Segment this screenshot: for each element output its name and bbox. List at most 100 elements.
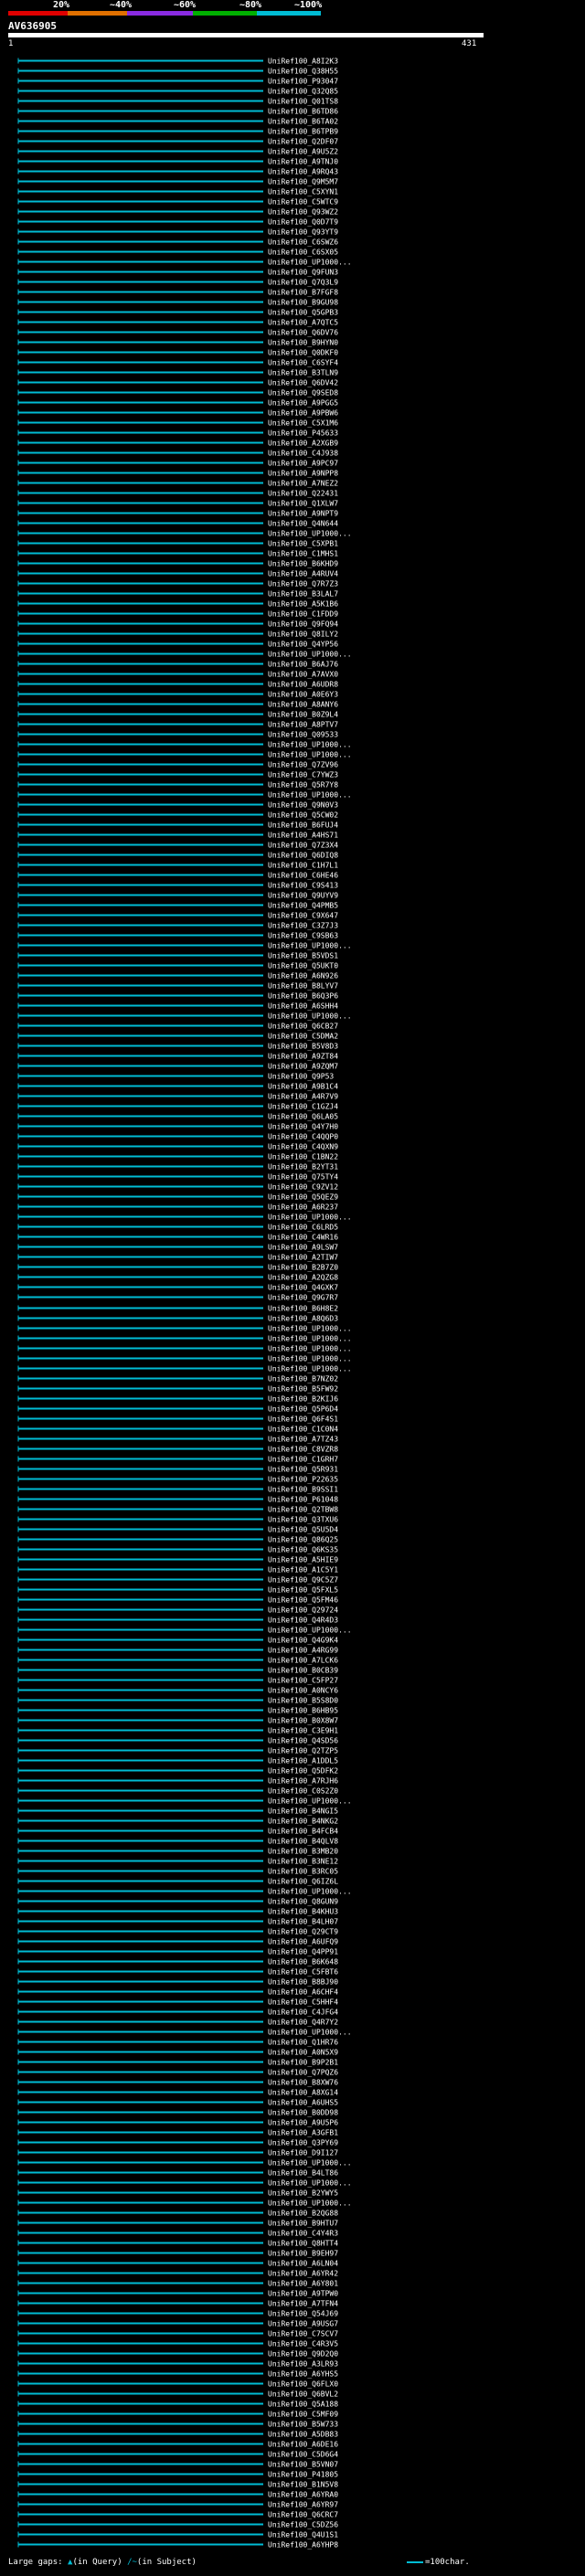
hit-label[interactable]: UniRef100_Q6DV42 [268,379,338,387]
hit-label[interactable]: UniRef100_Q1XLW7 [268,500,338,508]
hit-label[interactable]: UniRef100_B4NKG2 [268,1818,338,1826]
hit-label[interactable]: UniRef100_C5FP27 [268,1677,338,1685]
hit-label[interactable]: UniRef100_Q29CT9 [268,1928,338,1936]
hit-label[interactable]: UniRef100_A9ZQM7 [268,1063,338,1071]
hit-label[interactable]: UniRef100_C3Z7J3 [268,922,338,930]
hit-label[interactable]: UniRef100_P41805 [268,2471,338,2479]
hit-label[interactable]: UniRef100_Q5FXL5 [268,1586,338,1595]
hit-label[interactable]: UniRef100_B6TA02 [268,118,338,126]
hit-label[interactable]: UniRef100_Q4G9K4 [268,1637,338,1645]
hit-label[interactable]: UniRef100_Q4GXK7 [268,1284,338,1292]
hit-label[interactable]: UniRef100_Q86Q25 [268,1536,338,1544]
hit-label[interactable]: UniRef100_B6TD86 [268,108,338,116]
hit-label[interactable]: UniRef100_B0X8W7 [268,1717,338,1725]
hit-label[interactable]: UniRef100_A9NPT9 [268,510,338,518]
hit-label[interactable]: UniRef100_Q9P53 [268,1073,334,1081]
hit-label[interactable]: UniRef100_C5DZ56 [268,2521,338,2529]
hit-label[interactable]: UniRef100_Q8HTT4 [268,2240,338,2248]
hit-label[interactable]: UniRef100_P61048 [268,1496,338,1504]
hit-label[interactable]: UniRef100_UP1000... [268,2159,352,2168]
hit-label[interactable]: UniRef100_A9RQ43 [268,168,338,176]
hit-label[interactable]: UniRef100_Q29724 [268,1606,338,1615]
hit-label[interactable]: UniRef100_C3E9H1 [268,1727,338,1735]
hit-label[interactable]: UniRef100_P93047 [268,78,338,86]
hit-label[interactable]: UniRef100_UP1000... [268,1365,352,1373]
hit-label[interactable]: UniRef100_Q6CRC7 [268,2511,338,2519]
hit-label[interactable]: UniRef100_Q6IZ6L [268,1878,338,1886]
hit-label[interactable]: UniRef100_Q7PQZ6 [268,2069,338,2077]
hit-label[interactable]: UniRef100_Q3PY69 [268,2139,338,2147]
hit-label[interactable]: UniRef100_C9X647 [268,912,338,920]
hit-label[interactable]: UniRef100_B6AJ76 [268,661,338,669]
hit-label[interactable]: UniRef100_B5FW92 [268,1385,338,1394]
hit-label[interactable]: UniRef100_Q5DFK2 [268,1767,338,1776]
hit-label[interactable]: UniRef100_A8Q6D3 [268,1315,338,1323]
hit-label[interactable]: UniRef100_C6SX05 [268,249,338,257]
hit-label[interactable]: UniRef100_A8ANY6 [268,701,338,709]
hit-label[interactable]: UniRef100_C1H7L1 [268,862,338,870]
hit-label[interactable]: UniRef100_B3RC05 [268,1868,338,1876]
hit-label[interactable]: UniRef100_Q7Q3L9 [268,279,338,287]
hit-label[interactable]: UniRef100_Q1HR76 [268,2039,338,2047]
hit-label[interactable]: UniRef100_C4WR16 [268,1234,338,1242]
hit-label[interactable]: UniRef100_A6N926 [268,972,338,981]
hit-label[interactable]: UniRef100_Q2DF07 [268,138,338,146]
hit-label[interactable]: UniRef100_UP1000... [268,1012,352,1021]
hit-label[interactable]: UniRef100_Q9UYV9 [268,892,338,900]
hit-label[interactable]: UniRef100_D9I127 [268,2149,338,2157]
hit-label[interactable]: UniRef100_A8XG14 [268,2089,338,2097]
hit-label[interactable]: UniRef100_B6H8E2 [268,1305,338,1313]
hit-label[interactable]: UniRef100_Q9FUN3 [268,269,338,277]
hit-label[interactable]: UniRef100_B3TLN9 [268,369,338,377]
hit-label[interactable]: UniRef100_UP1000... [268,1627,352,1635]
hit-label[interactable]: UniRef100_Q8ILY2 [268,631,338,639]
hit-label[interactable]: UniRef100_UP1000... [268,259,352,267]
hit-label[interactable]: UniRef100_A6SHH4 [268,1002,338,1011]
hit-label[interactable]: UniRef100_A6YRA0 [268,2491,338,2499]
hit-label[interactable]: UniRef100_A9NPP8 [268,470,338,478]
hit-label[interactable]: UniRef100_Q7Z3X4 [268,842,338,850]
hit-label[interactable]: UniRef100_A2XGB9 [268,440,338,448]
hit-label[interactable]: UniRef100_B4LT86 [268,2169,338,2178]
hit-label[interactable]: UniRef100_Q5R931 [268,1466,338,1474]
hit-label[interactable]: UniRef100_UP1000... [268,2179,352,2188]
hit-label[interactable]: UniRef100_C7YWZ3 [268,771,338,779]
hit-label[interactable]: UniRef100_C5MF09 [268,2411,338,2419]
hit-label[interactable]: UniRef100_Q9D2Q0 [268,2350,338,2359]
hit-label[interactable]: UniRef100_A3LR93 [268,2360,338,2369]
hit-label[interactable]: UniRef100_A7AVX0 [268,671,338,679]
hit-label[interactable]: UniRef100_A4R7V9 [268,1093,338,1101]
hit-label[interactable]: UniRef100_A0N5X9 [268,2049,338,2057]
hit-label[interactable]: UniRef100_UP1000... [268,791,352,800]
hit-label[interactable]: UniRef100_A7NEZ2 [268,480,338,488]
hit-label[interactable]: UniRef100_C6LRD5 [268,1224,338,1232]
hit-label[interactable]: UniRef100_A7TZ43 [268,1436,338,1444]
hit-label[interactable]: UniRef100_Q22431 [268,490,338,498]
hit-label[interactable]: UniRef100_Q93YT9 [268,228,338,237]
hit-label[interactable]: UniRef100_B0DD98 [268,2109,338,2117]
hit-label[interactable]: UniRef100_A9TPW0 [268,2290,338,2298]
hit-label[interactable]: UniRef100_A7RJH6 [268,1777,338,1786]
hit-label[interactable]: UniRef100_C1BN22 [268,1153,338,1161]
hit-label[interactable]: UniRef100_UP1000... [268,530,352,538]
hit-label[interactable]: UniRef100_C5X1M6 [268,419,338,428]
hit-label[interactable]: UniRef100_A8I2K3 [268,58,338,66]
hit-label[interactable]: UniRef100_A7QTC5 [268,319,338,327]
hit-label[interactable]: UniRef100_Q54J69 [268,2310,338,2318]
hit-label[interactable]: UniRef100_B3NE12 [268,1858,338,1866]
hit-label[interactable]: UniRef100_B4QLV8 [268,1838,338,1846]
hit-label[interactable]: UniRef100_A6UFQ9 [268,1938,338,1946]
hit-label[interactable]: UniRef100_UP1000... [268,1797,352,1806]
hit-label[interactable]: UniRef100_B7FGF8 [268,289,338,297]
hit-label[interactable]: UniRef100_A6R237 [268,1203,338,1212]
hit-label[interactable]: UniRef100_Q5UKT0 [268,962,338,970]
hit-label[interactable]: UniRef100_Q5U5D4 [268,1526,338,1534]
hit-label[interactable]: UniRef100_A2QZG8 [268,1274,338,1282]
hit-label[interactable]: UniRef100_B8LYV7 [268,982,338,991]
hit-label[interactable]: UniRef100_C1MHS1 [268,550,338,558]
hit-label[interactable]: UniRef100_Q2TZP5 [268,1747,338,1755]
hit-label[interactable]: UniRef100_A6YHP8 [268,2541,338,2549]
hit-label[interactable]: UniRef100_B9HYN0 [268,339,338,347]
hit-label[interactable]: UniRef100_C7SCV7 [268,2330,338,2338]
hit-label[interactable]: UniRef100_Q6DIQ8 [268,852,338,860]
